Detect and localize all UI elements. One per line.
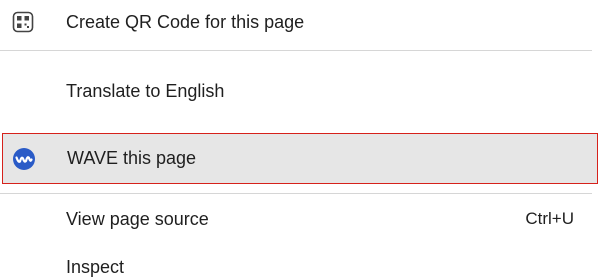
wave-extension-icon bbox=[7, 147, 41, 171]
context-menu: Create QR Code for this page Translate t… bbox=[0, 0, 600, 280]
menu-separator bbox=[0, 193, 592, 194]
menu-item-translate[interactable]: Translate to English bbox=[0, 69, 600, 113]
menu-item-label: Inspect bbox=[66, 256, 125, 277]
menu-item-label: WAVE this page bbox=[67, 148, 197, 168]
menu-item-view-page-source[interactable]: View page source Ctrl+U bbox=[0, 197, 600, 241]
menu-item-inspect[interactable]: Inspect bbox=[0, 245, 600, 280]
menu-item-label: View page source bbox=[66, 208, 209, 229]
menu-item-label: Create QR Code for this page bbox=[66, 11, 305, 32]
menu-item-create-qr-code[interactable]: Create QR Code for this page bbox=[0, 0, 600, 44]
menu-item-wave-this-page[interactable]: WAVE this page bbox=[2, 133, 598, 184]
qr-code-icon bbox=[6, 11, 40, 33]
shortcut-label: Ctrl+U bbox=[525, 209, 574, 228]
menu-item-label: Translate to English bbox=[66, 80, 225, 101]
menu-separator bbox=[0, 50, 592, 51]
